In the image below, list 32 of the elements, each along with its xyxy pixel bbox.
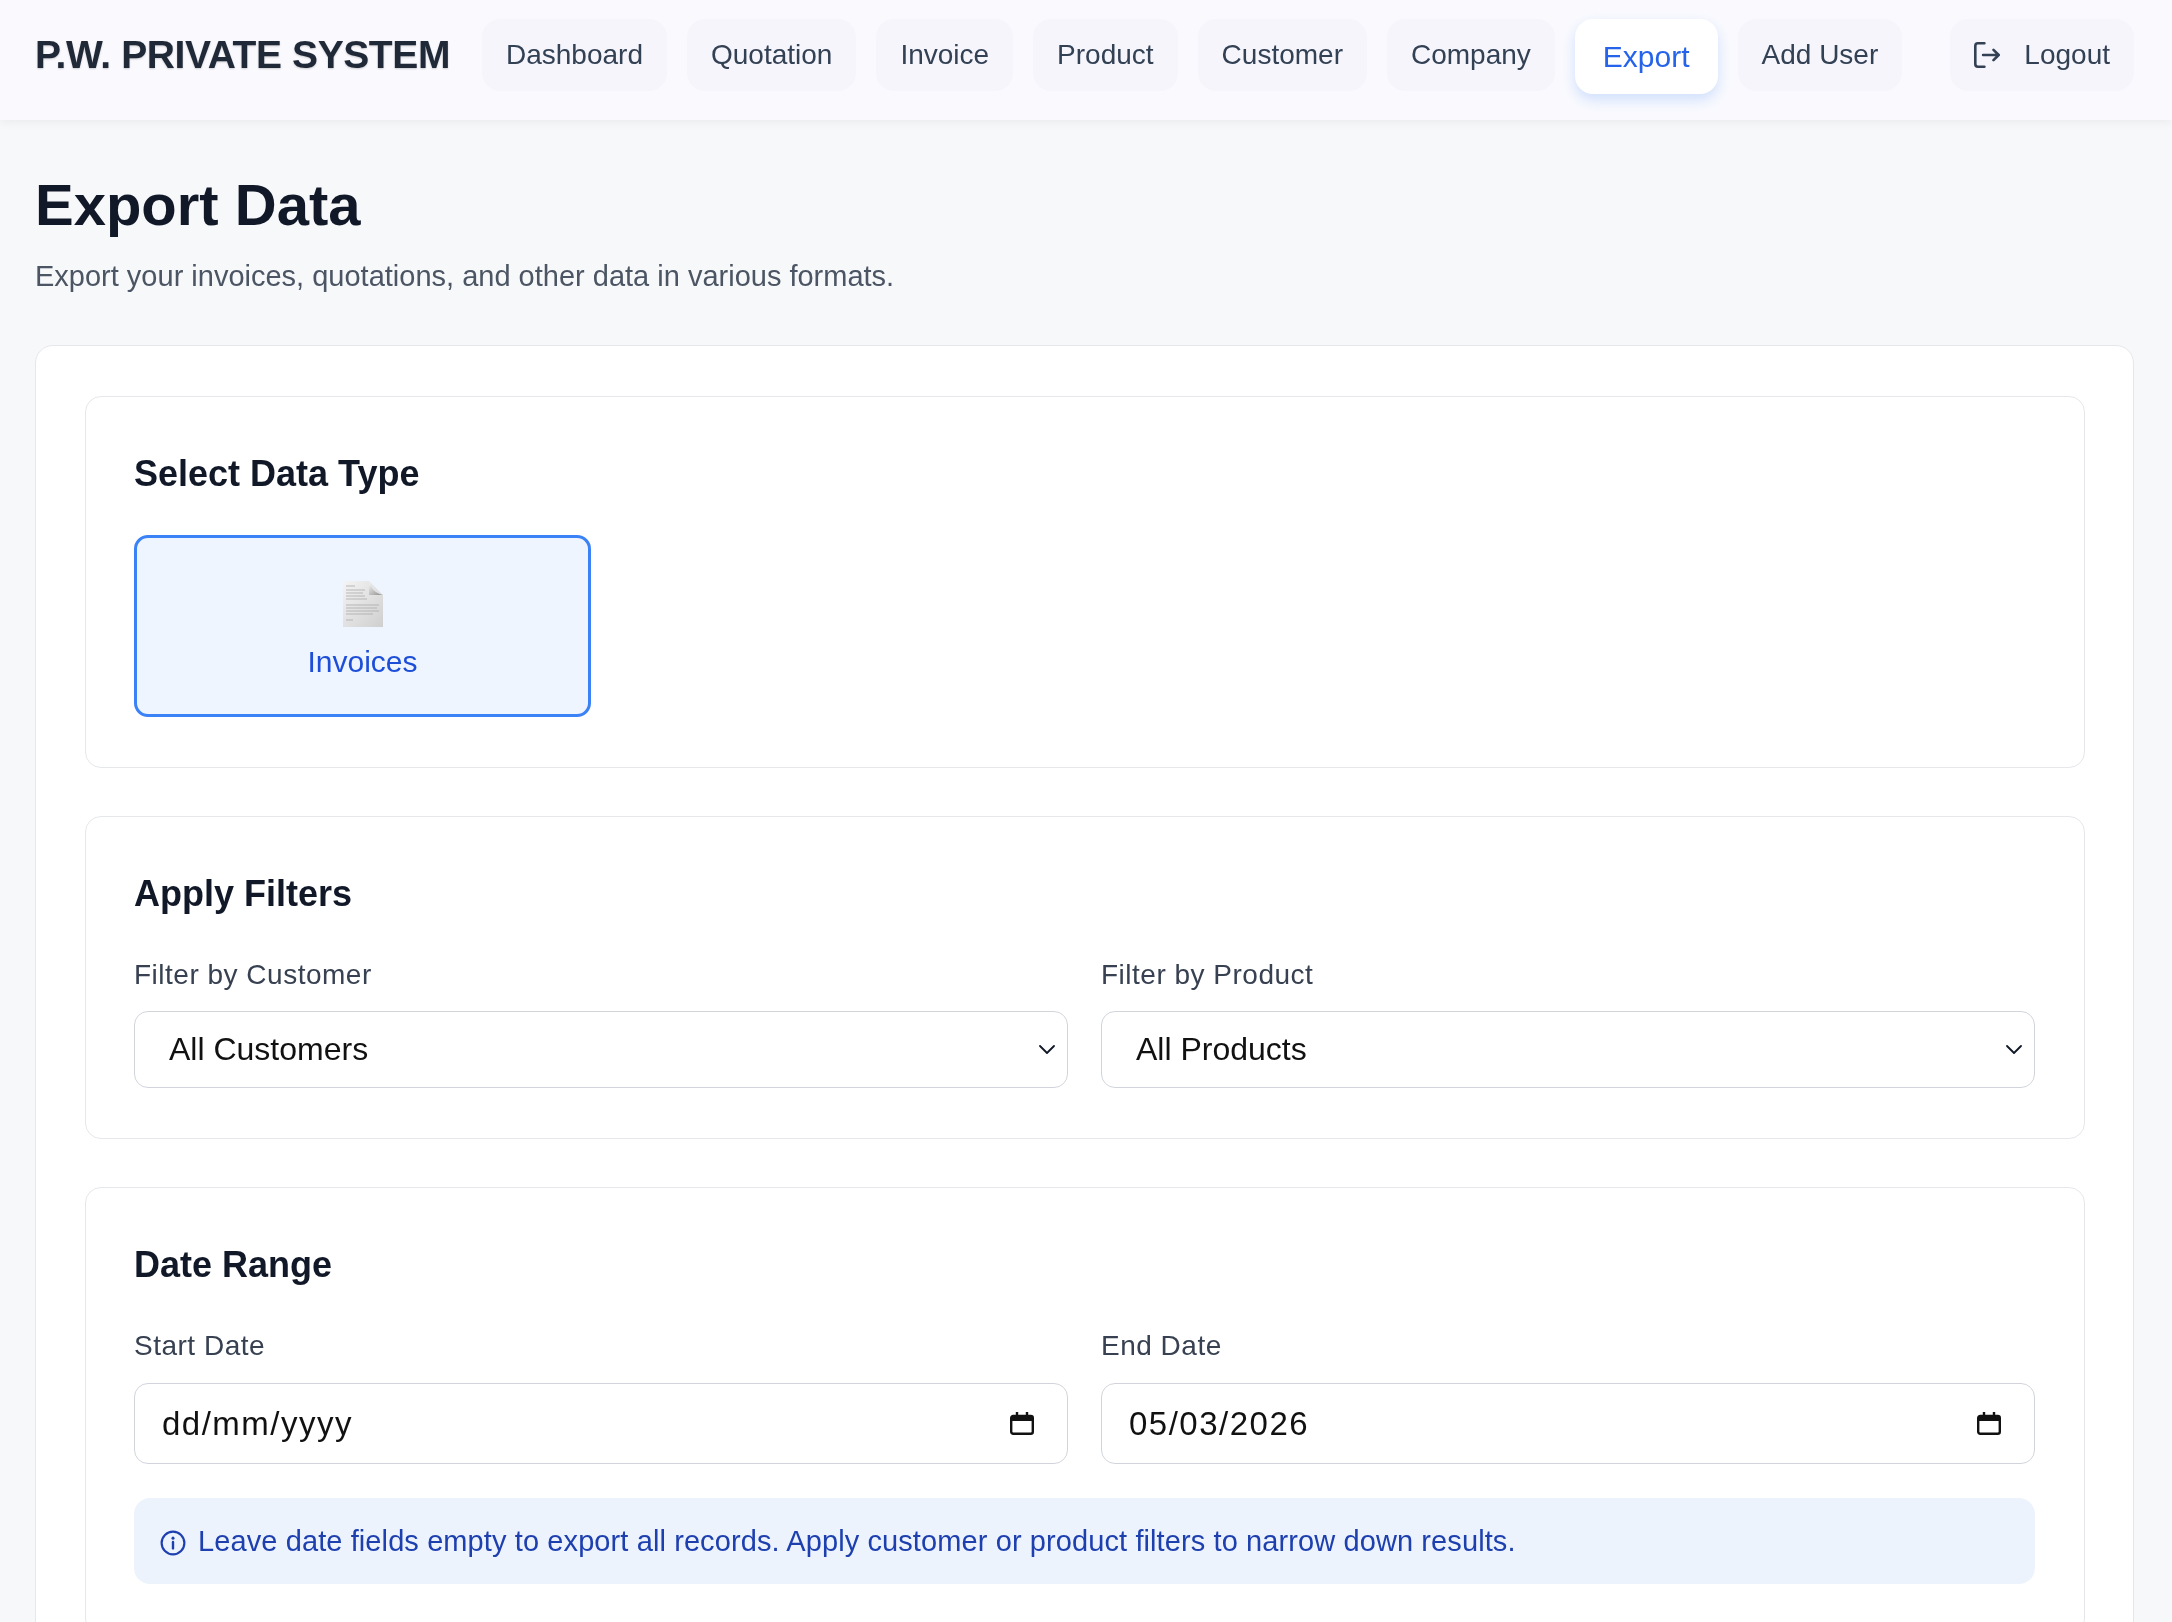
nav-tab[interactable]: Export xyxy=(1574,19,1718,94)
data-type-option[interactable]: Invoices xyxy=(134,535,591,717)
nav-tab[interactable]: Product xyxy=(1033,19,1178,91)
nav-tab[interactable]: Invoice xyxy=(876,19,1014,91)
document-icon xyxy=(342,581,383,627)
page-subtitle: Export your invoices, quotations, and other data in various formats. xyxy=(35,259,895,294)
date-field[interactable]: dd/mm/yyyy xyxy=(134,1383,1068,1464)
date-field[interactable]: 05/03/2026 xyxy=(1101,1383,2035,1464)
nav-tab[interactable]: Quotation xyxy=(686,19,857,91)
nav-tab[interactable]: Customer xyxy=(1197,19,1367,91)
field-label: End Date xyxy=(1101,1329,1222,1363)
calendar-icon xyxy=(1010,1412,1034,1435)
dropdown[interactable]: All Products xyxy=(1101,1011,2035,1088)
nav-tab[interactable]: Company xyxy=(1387,19,1555,91)
section-title: Apply Filters xyxy=(134,872,353,916)
chevron-down-icon xyxy=(2006,1045,2022,1054)
calendar-icon xyxy=(1977,1412,2001,1435)
chevron-down-icon xyxy=(1039,1045,1055,1054)
dropdown[interactable]: All Customers xyxy=(134,1011,1068,1088)
section-title: Select Data Type xyxy=(134,452,420,496)
logout-button[interactable]: Logout xyxy=(1950,19,2134,91)
page-title: Export Data xyxy=(35,171,361,239)
field-label: Start Date xyxy=(134,1329,266,1363)
exit-arrow-icon xyxy=(1974,42,2001,68)
info-icon xyxy=(160,1530,186,1556)
section-title: Date Range xyxy=(134,1243,333,1287)
info-text: Leave date fields empty to export all records. Apply customer or product filters to narrow down results. xyxy=(198,1524,1516,1558)
app-title: P.W. PRIVATE SYSTEM xyxy=(35,33,450,77)
field-label: Filter by Customer xyxy=(134,958,372,992)
nav-tab[interactable]: Dashboard xyxy=(482,19,667,91)
field-label: Filter by Product xyxy=(1101,958,1314,992)
nav-tab[interactable]: Add User xyxy=(1737,19,1903,91)
